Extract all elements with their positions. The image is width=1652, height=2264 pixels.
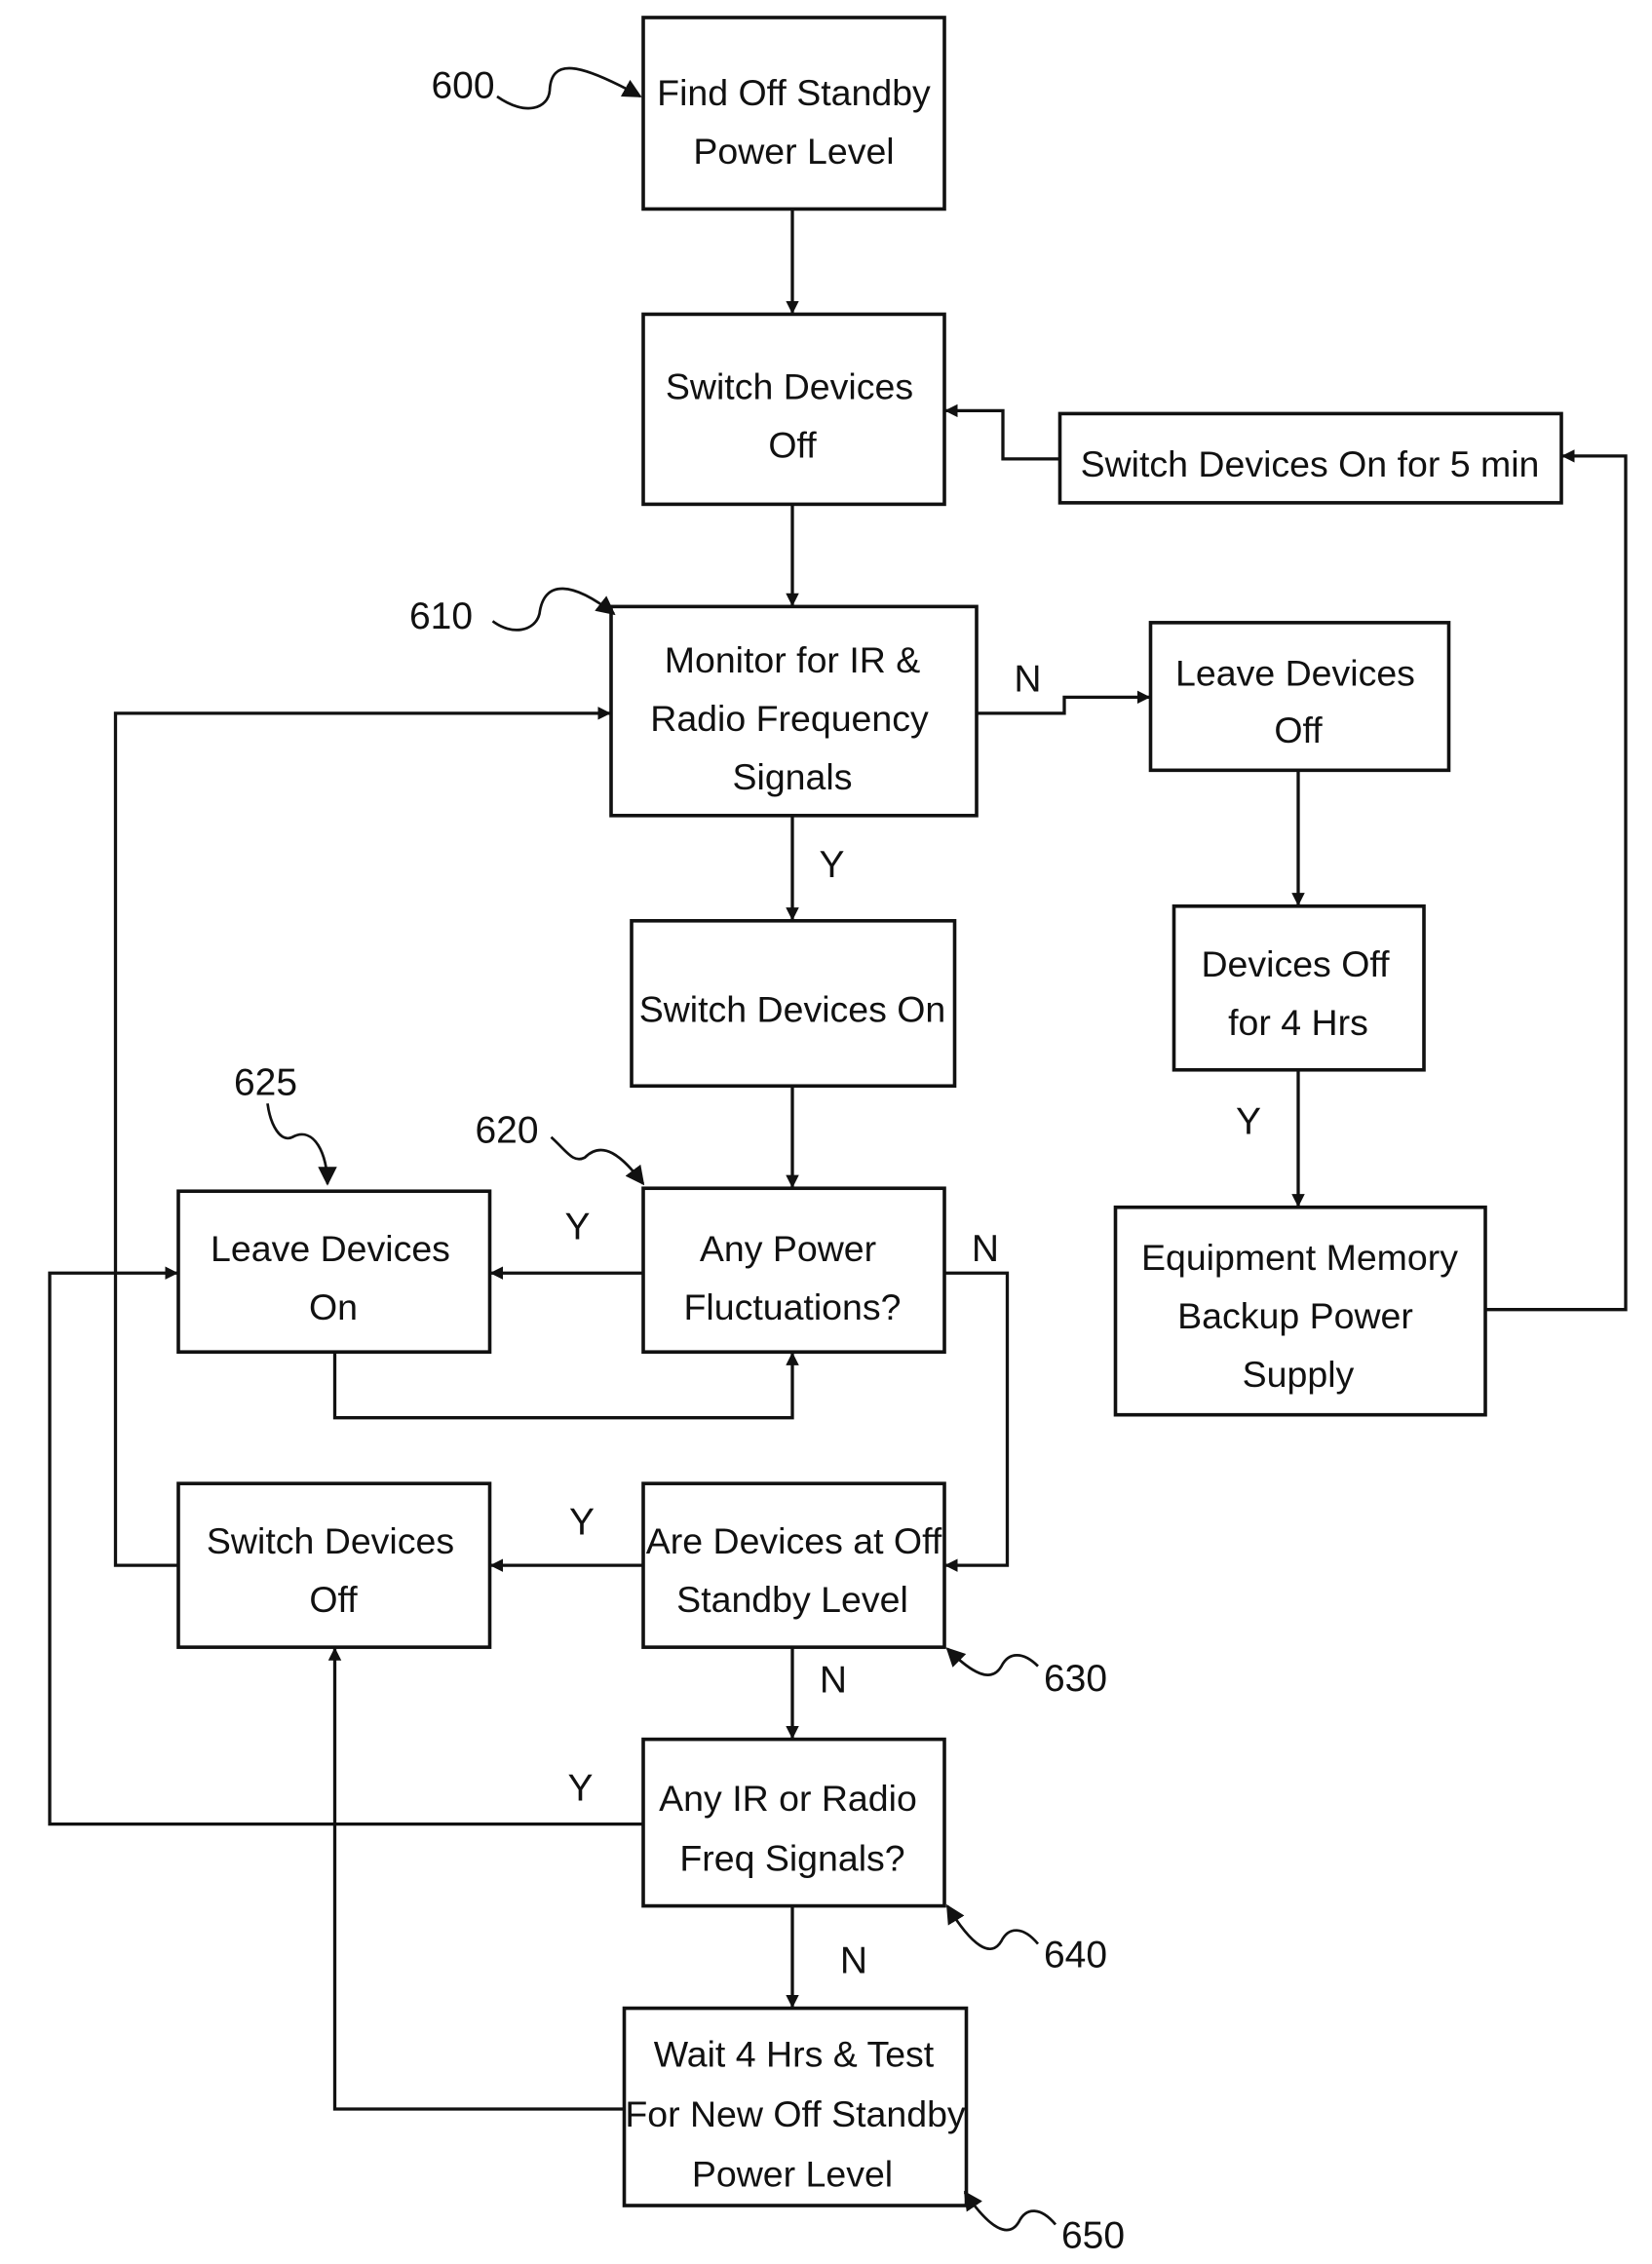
node-text: Switch Devices [207, 1520, 454, 1561]
leader-line [550, 1135, 645, 1186]
ref-630: 630 [945, 1647, 1107, 1700]
node-text: Freq Signals? [679, 1838, 904, 1879]
node-switch-on: Switch Devices On [630, 918, 957, 1089]
node-text: Find Off Standby [657, 72, 931, 113]
edge-label-monitor-no: N [1014, 658, 1041, 700]
leader-line [945, 1647, 1039, 1676]
edge-memory-to-5min [1485, 449, 1628, 1312]
node-text: Are Devices at Off [646, 1520, 942, 1561]
node-switch-off-mid: Switch Devices Off [176, 1481, 492, 1649]
edge-5min-to-switch-off [944, 403, 1060, 461]
edge-label-monitor-yes: Y [819, 844, 844, 886]
ref-numeral: 625 [234, 1061, 297, 1103]
node-text: Standby Level [676, 1579, 908, 1620]
ref-650: 650 [963, 2190, 1125, 2257]
node-power-fluctuations: Any Power Fluctuations? [641, 1186, 946, 1355]
node-text: Devices Off [1201, 943, 1390, 984]
leader-line [963, 2190, 1057, 2232]
node-text: Off [1274, 710, 1323, 750]
node-text: Signals [733, 756, 853, 797]
ref-numeral: 650 [1061, 2215, 1125, 2257]
edge-label-off4-yes: Y [1236, 1101, 1261, 1143]
node-text: Fluctuations? [684, 1286, 902, 1327]
ref-numeral: 630 [1044, 1658, 1107, 1700]
node-text: Switch Devices [666, 365, 913, 406]
node-monitor: Monitor for IR & Radio Frequency Signals [609, 604, 979, 818]
flowchart: Find Off Standby Power Level Switch Devi… [48, 16, 1628, 2257]
node-text: Any IR or Radio [659, 1778, 917, 1819]
ref-numeral: 610 [409, 595, 473, 637]
node-text: Monitor for IR & [665, 639, 920, 680]
node-text: Power Level [692, 2154, 893, 2195]
leader-line [496, 66, 642, 110]
node-text: Off [309, 1579, 358, 1620]
node-text: Wait 4 Hrs & Test [654, 2034, 935, 2075]
node-text: Switch Devices On for 5 min [1081, 443, 1540, 484]
node-text: Supply [1243, 1354, 1355, 1395]
node-switch-on-5min: Switch Devices On for 5 min [1057, 411, 1563, 505]
node-text: Leave Devices [1175, 652, 1415, 693]
node-wait-test: Wait 4 Hrs & Test For New Off Standby Po… [622, 2006, 969, 2207]
node-leave-on: Leave Devices On [176, 1189, 492, 1355]
leader-line [266, 1103, 337, 1186]
edge-label-ir-yes: Y [567, 1768, 593, 1810]
edge-fluct-no-to-standby [944, 1271, 1010, 1572]
edge-label-standby-yes: Y [569, 1502, 595, 1544]
edge-wait-to-switch-off [327, 1647, 625, 2111]
node-text: Any Power [700, 1228, 876, 1269]
edge-leave-on-to-fluct [332, 1352, 799, 1420]
node-at-standby: Are Devices at Off Standby Level [641, 1481, 946, 1649]
node-leave-off: Leave Devices Off [1148, 621, 1451, 773]
node-off-4hrs: Devices Off for 4 Hrs [1172, 904, 1426, 1072]
node-text: Switch Devices On [639, 988, 946, 1029]
edge-monitor-no-to-leave-off [977, 690, 1151, 715]
ref-610: 610 [409, 587, 616, 637]
node-text: For New Off Standby [625, 2093, 966, 2134]
ref-600: 600 [432, 64, 642, 110]
ref-620: 620 [476, 1110, 645, 1186]
ref-numeral: 620 [476, 1110, 539, 1152]
node-memory-backup: Equipment Memory Backup Power Supply [1113, 1205, 1487, 1417]
edge-label-standby-no: N [820, 1660, 847, 1702]
edge-label-ir-no: N [840, 1940, 867, 1982]
ref-640: 640 [945, 1903, 1107, 1976]
node-text: On [309, 1286, 358, 1327]
node-text: Backup Power [1177, 1295, 1413, 1336]
node-text: Radio Frequency [650, 698, 929, 739]
node-text: Leave Devices [211, 1228, 450, 1269]
node-text: Off [768, 424, 817, 465]
leader-line [491, 587, 616, 632]
ref-625: 625 [234, 1061, 337, 1186]
edge-label-fluct-no: N [972, 1228, 999, 1270]
node-text: Power Level [693, 131, 894, 172]
node-find-standby: Find Off Standby Power Level [641, 16, 946, 211]
ref-numeral: 640 [1044, 1935, 1107, 1976]
node-switch-off-top: Switch Devices Off [641, 312, 946, 507]
leader-line [945, 1903, 1040, 1950]
ref-numeral: 600 [432, 64, 495, 106]
node-any-ir: Any IR or Radio Freq Signals? [641, 1737, 946, 1908]
node-text: for 4 Hrs [1228, 1002, 1368, 1043]
edge-label-fluct-yes: Y [564, 1207, 590, 1248]
node-text: Equipment Memory [1141, 1237, 1458, 1278]
